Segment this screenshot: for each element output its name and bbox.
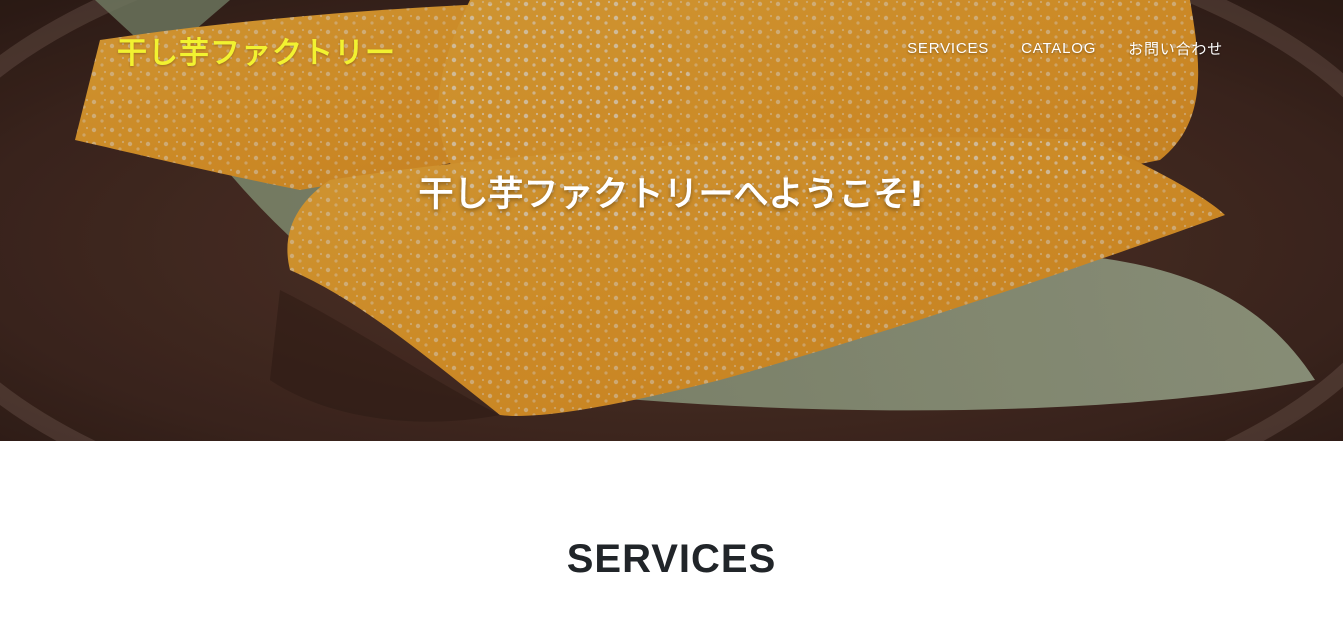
nav-item-contact[interactable]: お問い合わせ bbox=[1128, 38, 1223, 59]
nav-item-services[interactable]: SERVICES bbox=[907, 40, 989, 57]
services-section: SERVICES bbox=[0, 441, 1343, 626]
services-heading: SERVICES bbox=[566, 537, 777, 581]
hero-section: 干し芋ファクトリー SERVICES CATALOG お問い合わせ 干し芋ファク… bbox=[0, 0, 1343, 441]
brand-logo-link[interactable]: 干し芋ファクトリー bbox=[117, 28, 396, 72]
main-nav: SERVICES CATALOG お問い合わせ bbox=[907, 38, 1223, 59]
nav-item-catalog[interactable]: CATALOG bbox=[1021, 40, 1096, 57]
hero-heading: 干し芋ファクトリーへようこそ! bbox=[418, 175, 925, 215]
